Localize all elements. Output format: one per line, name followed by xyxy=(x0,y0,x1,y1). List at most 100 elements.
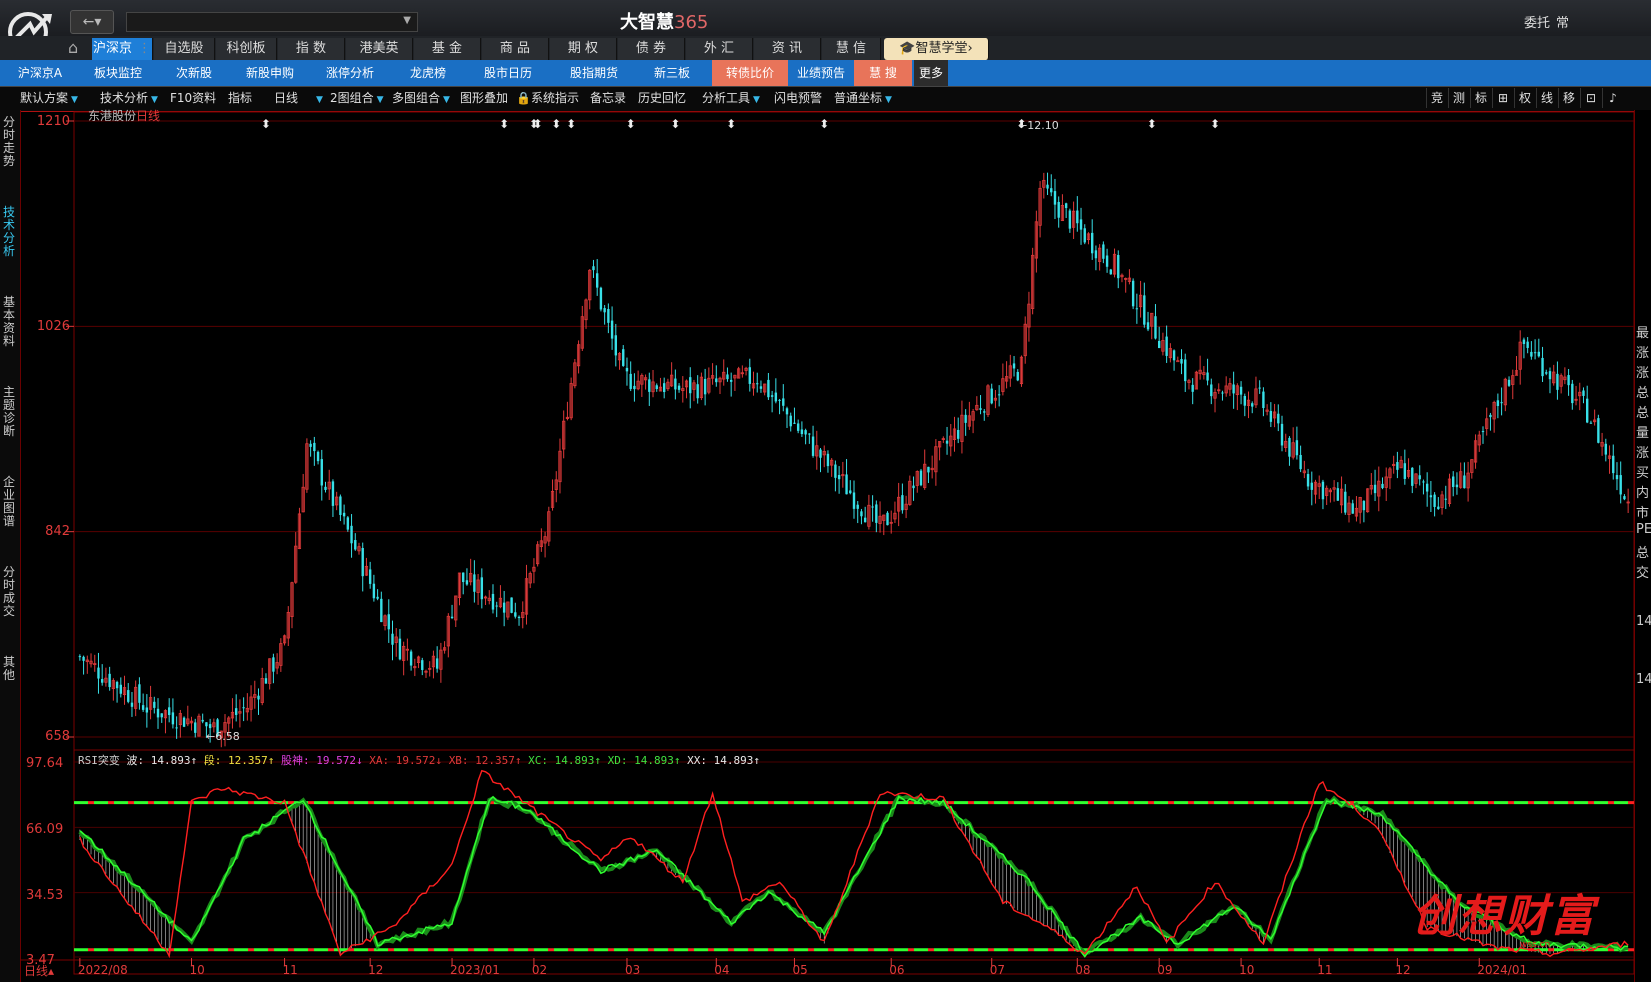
candle-body xyxy=(1232,384,1235,394)
candle-body xyxy=(1068,210,1072,229)
candle-body xyxy=(849,490,852,494)
candle-body xyxy=(1597,418,1600,443)
candle-body xyxy=(372,583,376,599)
x-tick-label: 2024/01 xyxy=(1477,963,1528,977)
candle-body xyxy=(1210,384,1213,397)
candle-body xyxy=(662,383,666,393)
x-tick-label: 06 xyxy=(889,963,905,977)
candle-body xyxy=(208,724,212,729)
price-chart[interactable]: ⬍ ⬍ ⬍⬍ ⬍ ⬍ ⬍ ⬍ ⬍ ⬍ ⬍ ⬍ ⬍ xyxy=(0,0,1651,982)
candle-body xyxy=(871,506,874,508)
x-tick-label: 10 xyxy=(189,963,205,977)
candle-body xyxy=(1425,483,1429,492)
candle-body xyxy=(257,695,260,700)
candle-body xyxy=(607,308,610,323)
signal-marker: ⬍ xyxy=(566,117,576,131)
candle-body xyxy=(160,713,163,718)
indicator-name: RSI突变 xyxy=(78,754,120,767)
candle-body xyxy=(156,708,160,718)
candle-body xyxy=(1016,371,1019,381)
candle-body xyxy=(1336,488,1340,501)
candle-body xyxy=(1146,322,1150,330)
candle-body xyxy=(800,429,804,435)
candle-body xyxy=(141,705,145,710)
candle-body xyxy=(1117,255,1120,279)
stock-title: 东港股份日线 xyxy=(88,109,161,123)
candle-body xyxy=(1184,359,1187,382)
candle-body xyxy=(376,596,379,599)
candle-body xyxy=(782,398,785,406)
candle-body xyxy=(837,474,841,480)
candle-body xyxy=(689,377,692,394)
watermark-url: wss.cn xyxy=(1520,940,1551,950)
x-tick-label: 12 xyxy=(1395,963,1411,977)
candle-body xyxy=(1165,336,1168,356)
candle-body xyxy=(964,414,967,423)
candle-body xyxy=(100,679,104,683)
candle-body xyxy=(655,385,658,390)
signal-marker: ⬍ xyxy=(626,117,636,131)
candle-body xyxy=(629,373,632,389)
candle-body xyxy=(1102,244,1105,259)
candle-body xyxy=(919,470,923,486)
candle-body xyxy=(767,379,770,398)
candle-body xyxy=(1437,506,1440,510)
candle-body xyxy=(726,374,729,380)
candle-body xyxy=(715,378,718,383)
candle-body xyxy=(462,572,465,583)
candle-body xyxy=(834,464,837,478)
x-tick-label: 05 xyxy=(792,963,808,977)
candle-body xyxy=(592,266,595,271)
candle-body xyxy=(599,287,603,310)
candle-body xyxy=(1306,474,1310,487)
candle-body xyxy=(1567,375,1570,386)
candle-body xyxy=(1507,379,1511,386)
candle-body xyxy=(346,517,350,530)
x-tick-label: 2023/01 xyxy=(450,963,500,977)
candle-body xyxy=(610,320,614,339)
candle-body xyxy=(1258,387,1261,389)
candle-body xyxy=(674,378,677,390)
candle-body xyxy=(1589,422,1593,424)
candle-body xyxy=(1422,481,1425,483)
signal-marker: ⬍ xyxy=(551,117,561,131)
candle-body xyxy=(491,593,495,610)
signal-marker: ⬍ xyxy=(819,117,829,131)
candle-body xyxy=(856,504,859,509)
signal-marker: ⬍ xyxy=(533,117,543,131)
candle-body xyxy=(1411,467,1414,486)
signal-marker: ⬍ xyxy=(1147,117,1157,131)
candle-body xyxy=(759,386,763,389)
candle-body xyxy=(1530,351,1533,357)
candle-body xyxy=(863,517,867,523)
candle-body xyxy=(1522,339,1526,344)
candle-body xyxy=(595,273,599,288)
candle-body xyxy=(368,569,372,584)
candle-body xyxy=(886,512,889,526)
candle-body xyxy=(603,308,606,313)
candle-body xyxy=(1050,188,1053,193)
signal-marker: ⬍ xyxy=(261,117,271,131)
signal-marker: ⬍ xyxy=(726,117,736,131)
candle-body xyxy=(1057,201,1060,218)
candle-body xyxy=(331,481,335,506)
candle-body xyxy=(514,612,517,617)
candle-body xyxy=(1571,383,1574,404)
candle-body xyxy=(1191,384,1194,392)
signal-marker: ⬍ xyxy=(499,117,509,131)
candle-body xyxy=(1090,232,1094,254)
candle-body xyxy=(350,525,353,544)
candle-body xyxy=(1109,269,1113,275)
price-tick-label: 1210 xyxy=(36,114,70,129)
candle-body xyxy=(729,379,733,382)
candle-body xyxy=(625,367,629,372)
candle-body xyxy=(450,616,454,619)
candle-body xyxy=(465,580,469,585)
indicator-value: 波: 14.893↑ xyxy=(126,754,204,767)
x-tick-label: 11 xyxy=(1317,963,1333,977)
candle-body xyxy=(1180,359,1183,364)
candle-body xyxy=(990,388,993,404)
candle-body xyxy=(1526,341,1529,348)
candle-body xyxy=(804,430,807,435)
period-button[interactable]: 日线▴ xyxy=(24,962,54,979)
